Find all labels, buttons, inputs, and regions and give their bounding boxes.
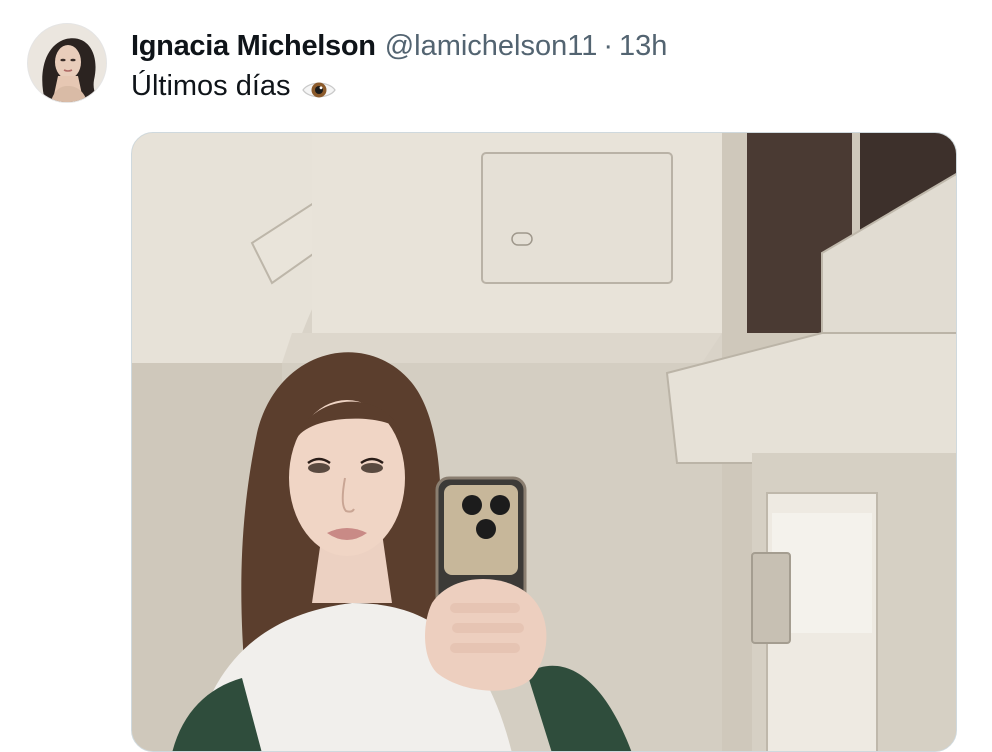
tweet-header: Ignacia Michelson @lamichelson11 · 13h (131, 26, 667, 66)
tweet-media-photo[interactable] (131, 132, 957, 752)
author-display-name[interactable]: Ignacia Michelson (131, 30, 376, 63)
tweet-text-content: Últimos días (131, 70, 291, 102)
author-avatar[interactable] (27, 23, 107, 103)
author-handle[interactable]: @lamichelson11 (385, 30, 598, 63)
profile-photo-icon (28, 24, 106, 102)
airplane-lavatory-selfie-photo-icon (132, 133, 956, 751)
tweet[interactable]: Ignacia Michelson @lamichelson11 · 13h Ú… (0, 0, 992, 752)
tweet-text: Últimos días (131, 70, 337, 103)
eye-icon (301, 76, 337, 98)
tweet-timestamp[interactable]: 13h (619, 30, 667, 63)
header-separator: · (603, 29, 614, 62)
